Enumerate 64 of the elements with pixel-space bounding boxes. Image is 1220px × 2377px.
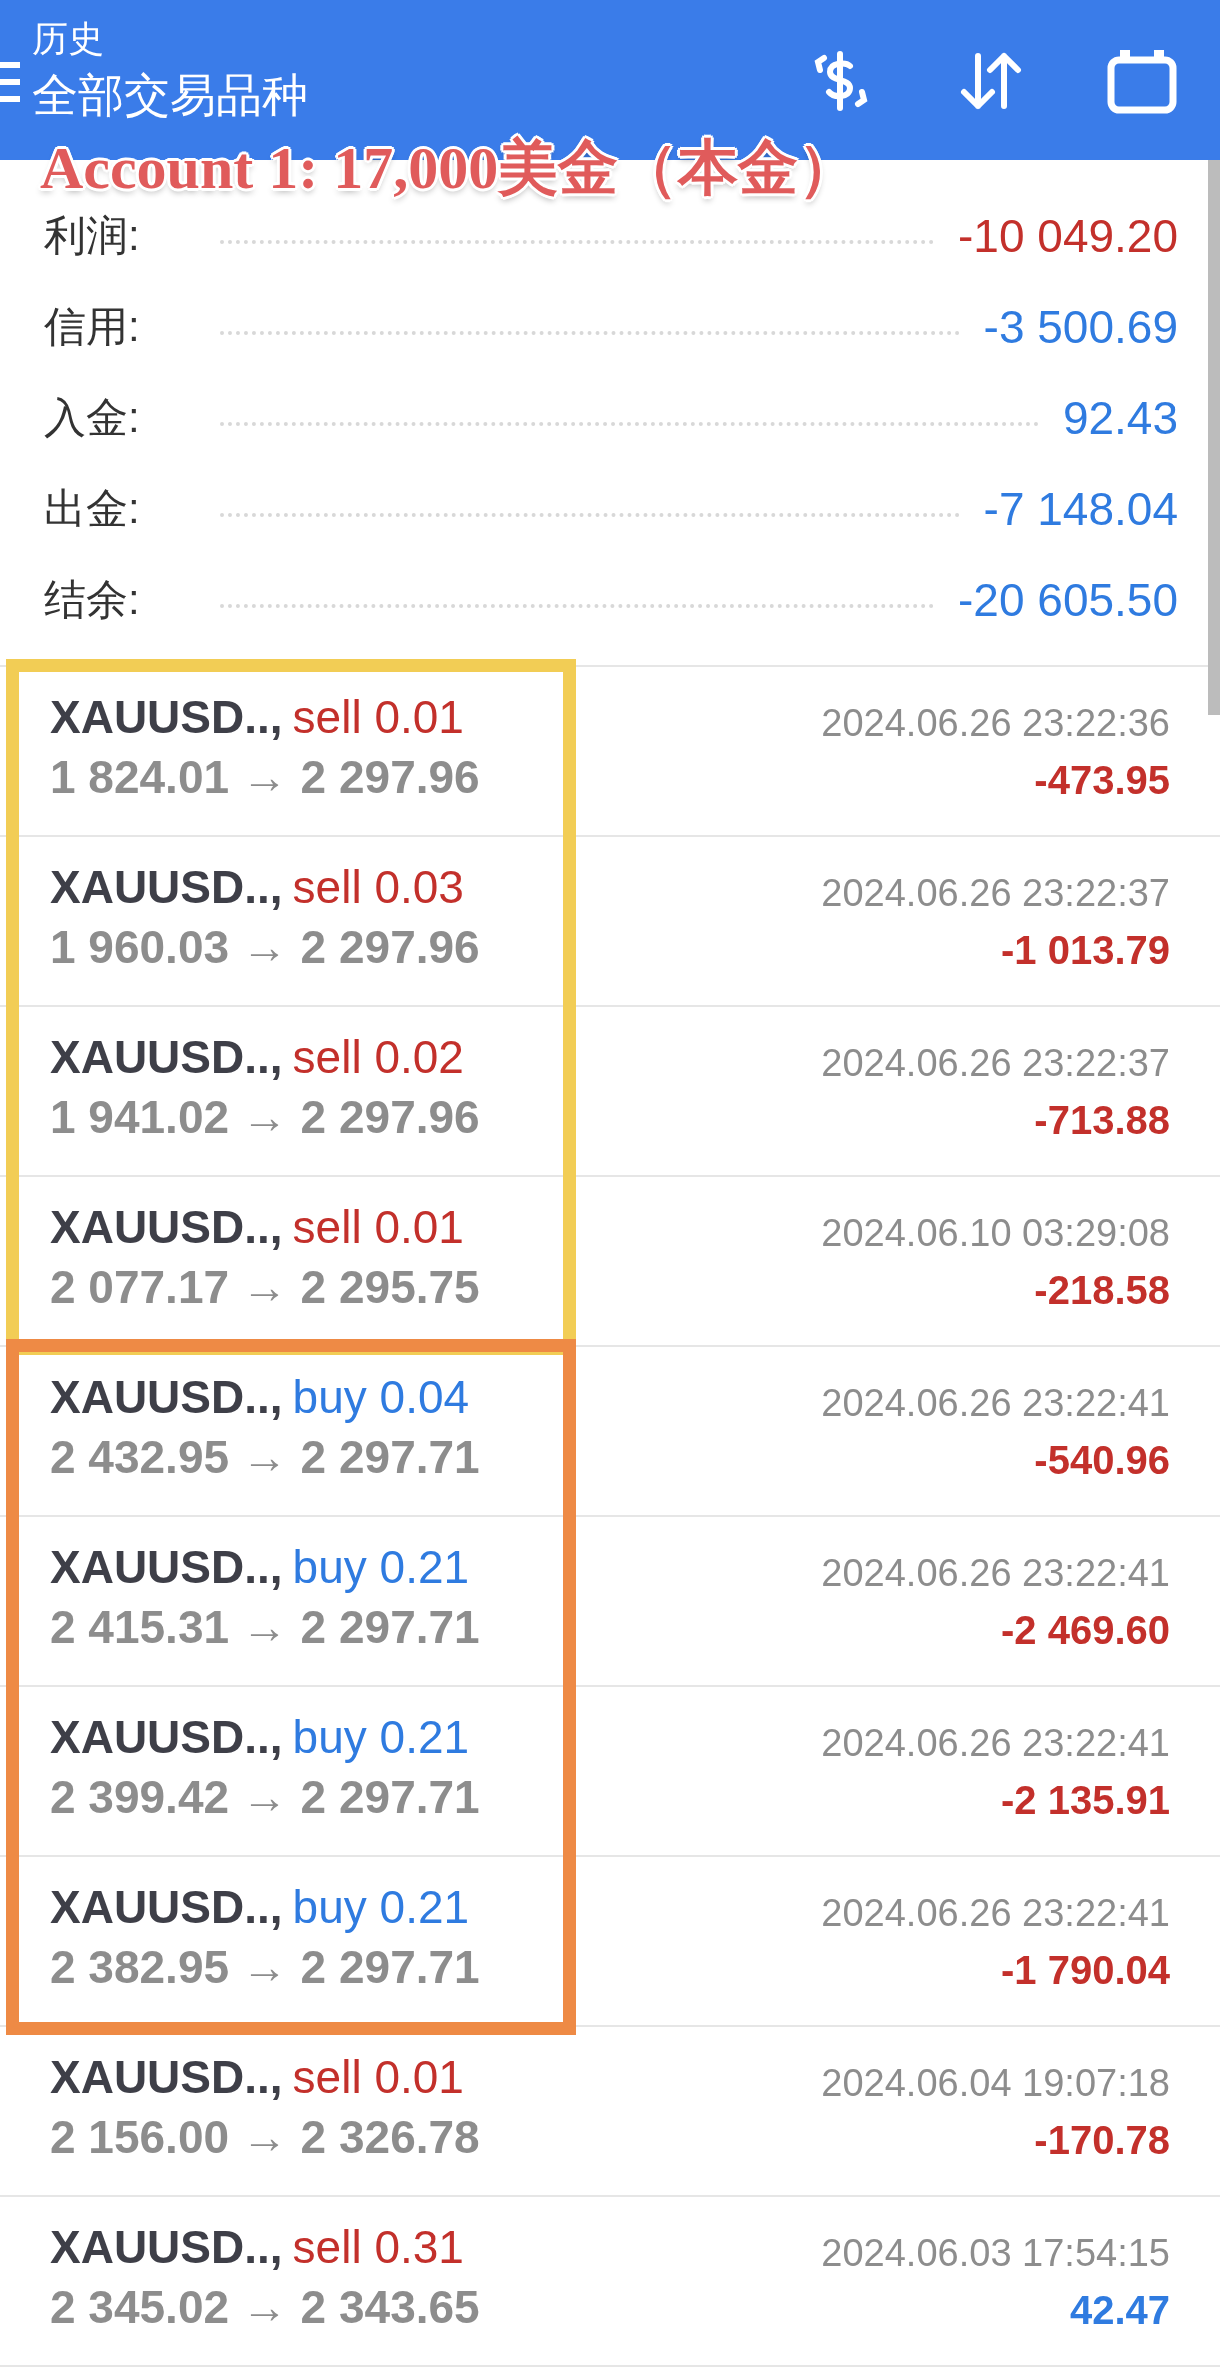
symbol-name: XAUUSD..,	[50, 860, 283, 915]
price-range: 2 399.42 → 2 297.71	[50, 1770, 480, 1825]
symbol-name: XAUUSD..,	[50, 1710, 283, 1765]
trade-time: 2024.06.26 23:22:41	[821, 1891, 1170, 1936]
trade-volume: sell 0.01	[292, 690, 464, 745]
symbol-filter[interactable]: 全部交易品种	[32, 64, 308, 126]
price-range: 2 156.00 → 2 326.78	[50, 2110, 480, 2165]
trade-time: 2024.06.26 23:22:41	[821, 1381, 1170, 1426]
summary-label: 信用:	[44, 301, 140, 352]
trade-volume: sell 0.31	[292, 2220, 464, 2275]
trade-profit: -1 013.79	[1000, 927, 1170, 974]
symbol-name: XAUUSD..,	[50, 1030, 283, 1085]
price-range: 2 415.31 → 2 297.71	[50, 1600, 480, 1655]
symbol-name: XAUUSD..,	[50, 2050, 283, 2105]
summary-value: -7 148.04	[983, 481, 1178, 536]
symbol-name: XAUUSD..,	[50, 2220, 283, 2275]
price-range: 1 960.03 → 2 297.96	[50, 920, 480, 975]
trade-profit: -1 790.04	[1000, 1947, 1170, 1994]
trade-volume: sell 0.02	[292, 1030, 464, 1085]
trade-time: 2024.06.26 23:22:41	[821, 1721, 1170, 1766]
menu-icon[interactable]	[0, 60, 20, 104]
summary-label: 入金:	[44, 392, 140, 443]
trade-profit: 42.47	[1069, 2287, 1170, 2334]
symbol-name: XAUUSD..,	[50, 1200, 283, 1255]
price-range: 1 824.01 → 2 297.96	[50, 750, 480, 805]
price-range: 2 345.02 → 2 343.65	[50, 2280, 480, 2335]
trade-profit: -218.58	[1034, 1267, 1170, 1314]
symbol-name: XAUUSD..,	[50, 1540, 283, 1595]
trade-time: 2024.06.26 23:22:37	[821, 871, 1170, 916]
summary-label: 结余:	[44, 574, 140, 625]
trade-volume: buy 0.21	[292, 1710, 470, 1765]
trade-profit: -473.95	[1034, 757, 1170, 804]
price-range: 2 382.95 → 2 297.71	[50, 1940, 480, 1995]
trade-time: 2024.06.26 23:22:37	[821, 1041, 1170, 1086]
summary-label: 利润:	[44, 210, 140, 261]
trade-profit: -540.96	[1034, 1437, 1170, 1484]
trade-volume: buy 0.04	[292, 1370, 470, 1425]
trade-profit: -170.78	[1034, 2117, 1170, 2164]
symbol-name: XAUUSD..,	[50, 1880, 283, 1935]
symbol-name: XAUUSD..,	[50, 1370, 283, 1425]
trade-volume: sell 0.01	[292, 1200, 464, 1255]
trade-time: 2024.06.04 19:07:18	[821, 2061, 1170, 2106]
price-range: 2 077.17 → 2 295.75	[50, 1260, 480, 1315]
trade-volume: sell 0.03	[292, 860, 464, 915]
screen-title: 历史	[32, 17, 105, 61]
price-range: 2 432.95 → 2 297.71	[50, 1430, 480, 1485]
trade-volume: sell 0.01	[292, 2050, 464, 2105]
summary-value: -20 605.50	[958, 572, 1178, 627]
trade-volume: buy 0.21	[292, 1540, 470, 1595]
summary-value: -10 049.20	[958, 208, 1178, 263]
summary-value: -3 500.69	[983, 299, 1178, 354]
summary-label: 出金:	[44, 483, 140, 534]
trade-volume: buy 0.21	[292, 1880, 470, 1935]
price-range: 1 941.02 → 2 297.96	[50, 1090, 480, 1145]
trade-profit: -2 469.60	[1000, 1607, 1170, 1654]
trade-time: 2024.06.03 17:54:15	[821, 2231, 1170, 2276]
trade-profit: -2 135.91	[1000, 1777, 1170, 1824]
trade-time: 2024.06.10 03:29:08	[821, 1211, 1170, 1256]
trade-time: 2024.06.26 23:22:36	[821, 701, 1170, 746]
trade-time: 2024.06.26 23:22:41	[821, 1551, 1170, 1596]
summary-value: 92.43	[1062, 390, 1178, 445]
symbol-name: XAUUSD..,	[50, 690, 283, 745]
trade-profit: -713.88	[1034, 1097, 1170, 1144]
scrollbar[interactable]	[1208, 160, 1220, 715]
